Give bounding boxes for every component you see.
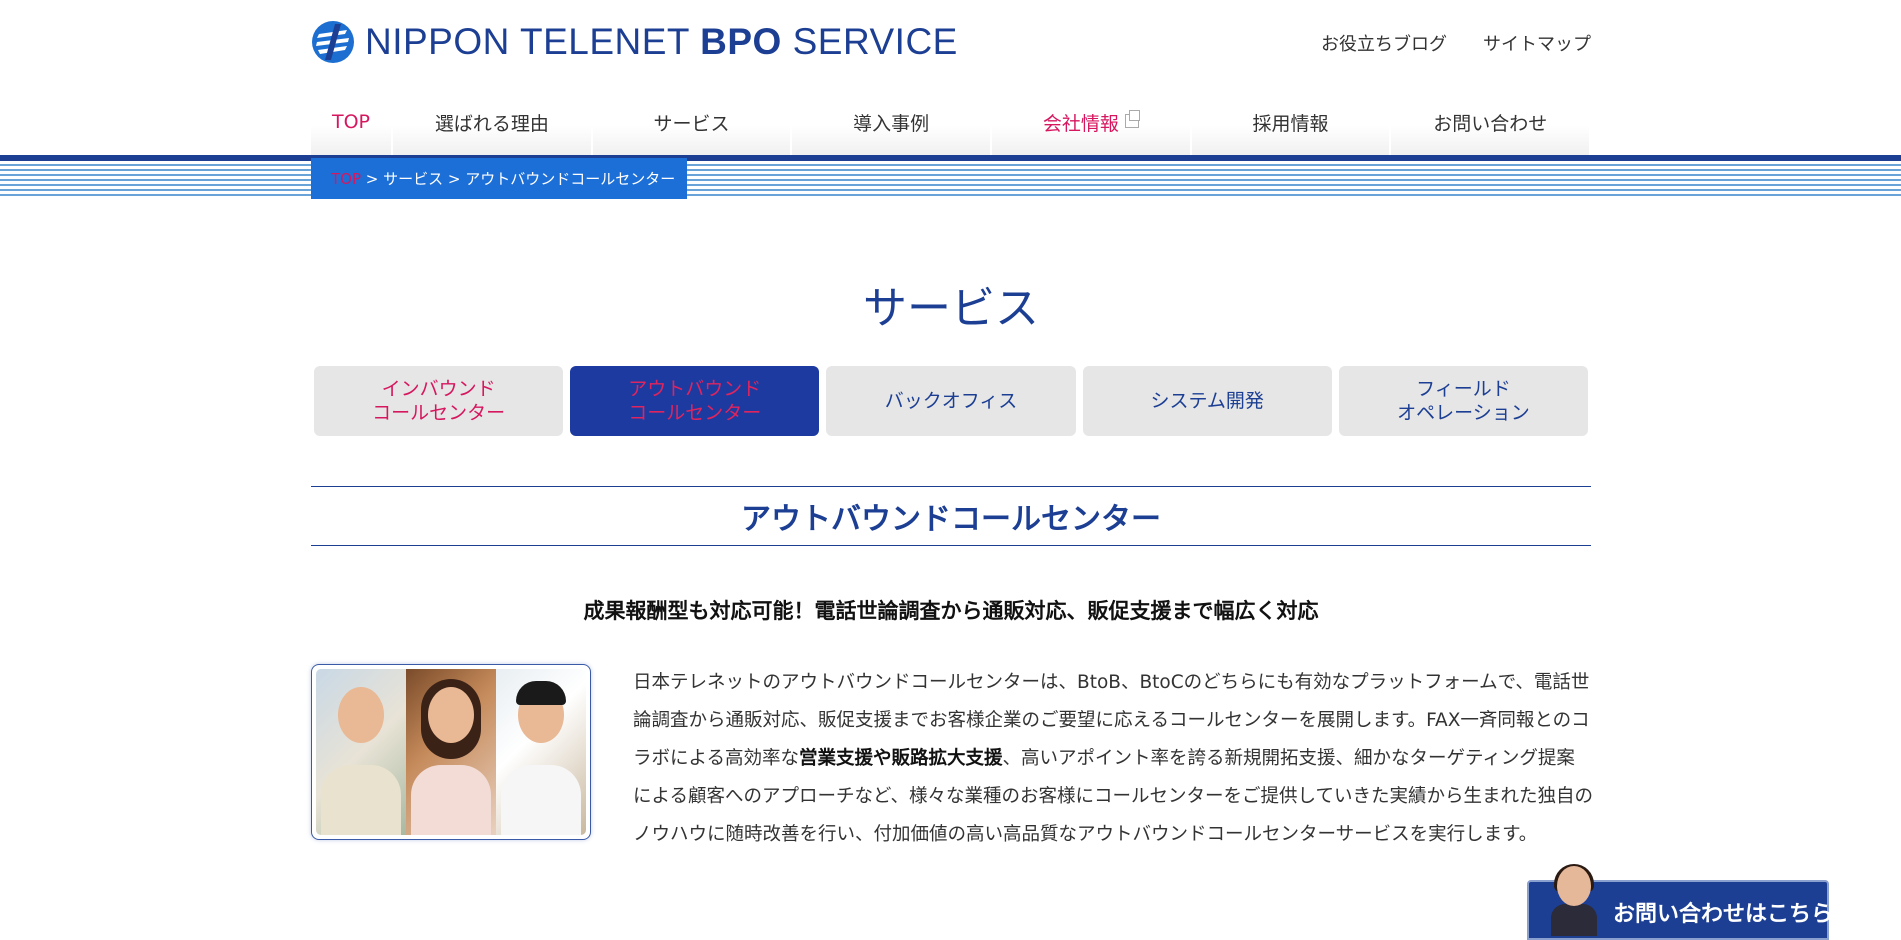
operators-photo [311, 664, 591, 840]
tab-back-office[interactable]: バックオフィス [826, 366, 1076, 436]
nav-item-services[interactable]: サービス [592, 88, 793, 156]
tab-system-development[interactable]: システム開発 [1082, 366, 1332, 436]
logo-emblem-icon [312, 21, 354, 63]
nav-item-company[interactable]: 会社情報 [992, 88, 1192, 156]
operator-avatar-icon [1551, 864, 1597, 936]
nav-item-cases[interactable]: 導入事例 [792, 88, 993, 156]
utility-links: お役立ちブログ サイトマップ [1321, 30, 1591, 56]
catch-copy: 成果報酬型も対応可能！電話世論調査から通販対応、販促支援まで幅広く対応 [583, 599, 1319, 623]
contact-banner-label: お問い合わせはこちら [1613, 902, 1834, 927]
logo-text: NIPPON TELENET BPO SERVICE [365, 21, 958, 62]
breadcrumb: TOP > サービス > アウトバウンドコールセンター [311, 158, 687, 199]
nav-item-reasons[interactable]: 選ばれる理由 [393, 88, 593, 156]
nav-item-contact[interactable]: お問い合わせ [1391, 88, 1592, 156]
util-link-blog[interactable]: お役立ちブログ [1321, 30, 1447, 56]
breadcrumb-current: アウトバウンドコールセンター [465, 170, 676, 188]
photo-person-senior [316, 669, 406, 835]
util-link-sitemap[interactable]: サイトマップ [1483, 30, 1591, 56]
site-logo[interactable]: NIPPON TELENET BPO SERVICE [311, 18, 958, 66]
nav-item-recruit[interactable]: 採用情報 [1191, 88, 1392, 156]
photo-person-man [496, 669, 586, 835]
service-description: 日本テレネットのアウトバウンドコールセンターは、BtoB、BtoCのどちらにも有… [633, 672, 1593, 845]
external-link-icon [1124, 110, 1140, 128]
nav-item-top[interactable]: TOP [311, 88, 393, 156]
contact-floating-banner[interactable]: お問い合わせはこちら [1527, 864, 1833, 940]
breadcrumb-band [0, 161, 1901, 199]
page-title: サービス [863, 283, 1039, 334]
tab-inbound-callcenter[interactable]: インバウンド コールセンター [314, 366, 564, 436]
tab-field-operation[interactable]: フィールド オペレーション [1338, 366, 1589, 436]
photo-person-woman [406, 669, 496, 835]
breadcrumb-services-link[interactable]: サービス [383, 168, 443, 189]
section-heading: アウトバウンドコールセンター [311, 486, 1591, 546]
tab-outbound-callcenter[interactable]: アウトバウンド コールセンター [570, 366, 820, 436]
breadcrumb-top-link[interactable]: TOP [331, 170, 361, 188]
service-category-tabs: インバウンド コールセンター アウトバウンド コールセンター バックオフィス システ… [314, 366, 1589, 436]
global-nav: TOP 選ばれる理由 サービス 導入事例 会社情報 採用情報 お問い合わせ [311, 88, 1592, 156]
